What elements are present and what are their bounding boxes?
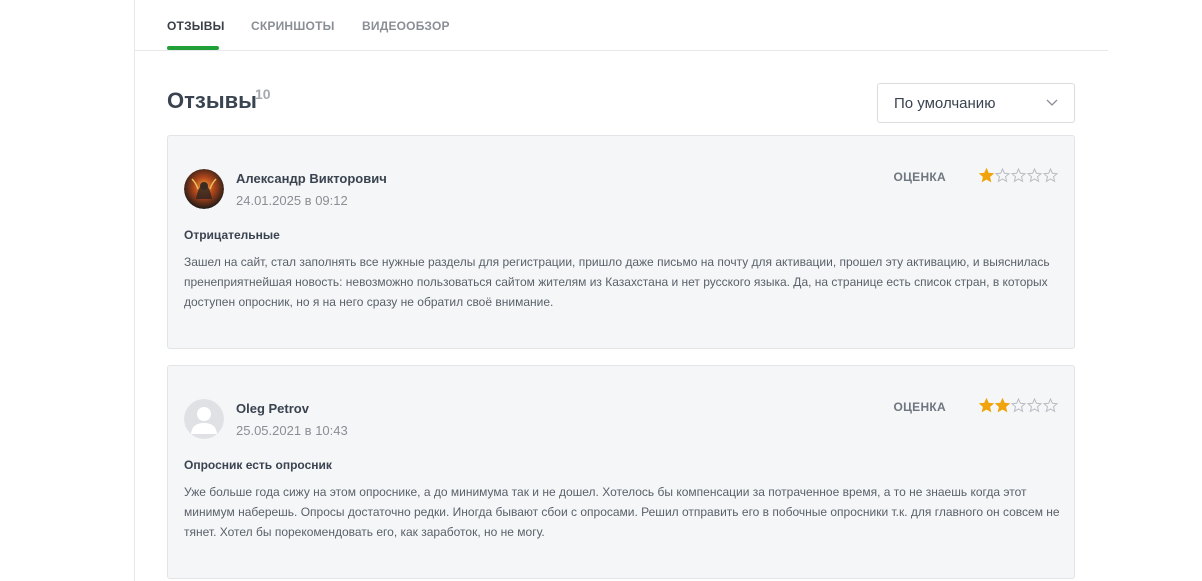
star-empty-icon [1027, 398, 1042, 413]
rating-label: ОЦЕНКА [893, 170, 946, 184]
review-date: 24.01.2025 в 09:12 [236, 193, 348, 208]
rating-stars [979, 168, 1058, 183]
star-empty-icon [995, 168, 1010, 183]
tab-bar: ОТЗЫВЫ СКРИНШОТЫ ВИДЕООБЗОР [135, 0, 1108, 51]
star-empty-icon [1043, 398, 1058, 413]
star-filled-icon [979, 398, 994, 413]
sort-dropdown[interactable]: По умолчанию [877, 83, 1075, 123]
rating-label: ОЦЕНКА [893, 400, 946, 414]
tab-video-review[interactable]: ВИДЕООБЗОР [362, 19, 450, 33]
reviews-count: 10 [255, 86, 271, 102]
review-author: Oleg Petrov [236, 401, 309, 416]
tab-screenshots[interactable]: СКРИНШОТЫ [251, 19, 335, 33]
review-title: Отрицательные [184, 228, 280, 242]
avatar-photo-icon [184, 169, 224, 209]
review-author: Александр Викторович [236, 171, 387, 186]
star-empty-icon [1027, 168, 1042, 183]
section-title: Отзывы [167, 88, 257, 113]
star-filled-icon [995, 398, 1010, 413]
review-text: Уже больше года сижу на этом опроснике, … [184, 485, 1060, 539]
tab-reviews[interactable]: ОТЗЫВЫ [167, 19, 225, 33]
star-filled-icon [979, 168, 994, 183]
review-date: 25.05.2021 в 10:43 [236, 423, 348, 438]
review-card: Александр Викторович 24.01.2025 в 09:12 … [167, 135, 1075, 349]
review-title: Опросник есть опросник [184, 458, 332, 472]
review-card: Oleg Petrov 25.05.2021 в 10:43 ОЦЕНКА Оп… [167, 365, 1075, 579]
default-user-icon [184, 399, 224, 439]
rating-stars [979, 398, 1058, 413]
active-tab-indicator [167, 46, 219, 50]
star-empty-icon [1011, 398, 1026, 413]
star-empty-icon [1043, 168, 1058, 183]
star-empty-icon [1011, 168, 1026, 183]
reviews-panel: ОТЗЫВЫ СКРИНШОТЫ ВИДЕООБЗОР Отзывы 10 По… [134, 0, 1108, 581]
chevron-down-icon [1046, 99, 1058, 106]
sort-selected-value: По умолчанию [894, 95, 996, 112]
review-text: Зашел на сайт, стал заполнять все нужные… [184, 255, 1050, 309]
